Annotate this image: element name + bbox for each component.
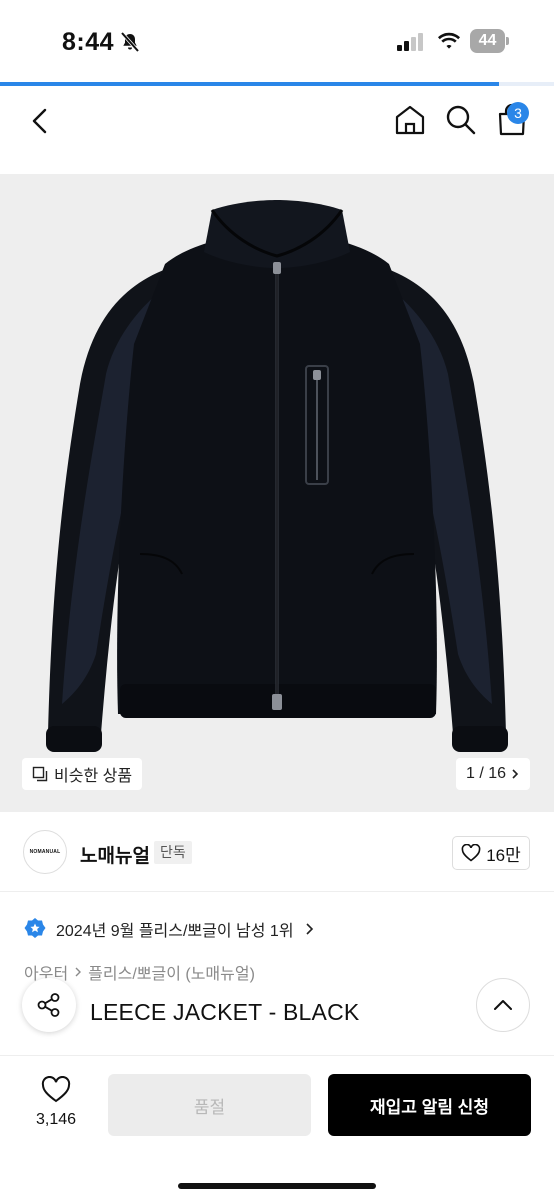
cellular-signal-icon [397,33,423,51]
chevron-right-icon [512,769,519,779]
chevron-up-icon [494,1000,512,1010]
cart-count-badge: 3 [507,102,529,124]
product-image-gallery[interactable]: 비슷한 상품 1 / 16 [0,174,554,812]
brand-row[interactable]: NOMANUAL 노매뉴얼 단독 16만 [0,812,554,892]
copy-icon [32,766,48,782]
wifi-icon [438,32,460,49]
share-icon [37,993,60,1017]
chevron-right-icon [75,967,82,977]
status-bar: 8:44 44 [0,0,554,82]
brand-like-count: 16만 [486,845,521,865]
soldout-button[interactable]: 품절 [108,1074,311,1136]
ranking-badge-icon [24,918,46,938]
similar-products-button[interactable]: 비슷한 상품 [22,758,143,790]
product-title: LEECE JACKET - BLACK [90,999,360,1025]
search-icon[interactable] [443,102,479,138]
home-icon[interactable] [392,102,428,138]
black-fleece-jacket-photo [46,200,508,752]
exclusive-badge: 단독 [154,841,192,864]
ranking-link[interactable]: 2024년 9월 플리스/뽀글이 남성 1위 [24,914,314,944]
bell-slash-icon [120,31,140,53]
home-indicator [178,1183,376,1189]
brand-like-button[interactable]: 16만 [452,836,530,870]
restock-alert-button[interactable]: 재입고 알림 신청 [328,1074,531,1136]
heart-icon [41,1075,71,1103]
share-button[interactable] [22,978,76,1032]
image-counter: 1 / 16 [465,765,507,782]
wishlist-button[interactable]: 3,146 [30,1075,82,1129]
wishlist-count: 3,146 [35,1111,77,1128]
status-time: 8:44 [62,28,115,56]
chevron-right-icon [305,923,313,935]
battery-icon: 44 [470,29,510,53]
brand-logo[interactable]: NOMANUAL [23,830,67,874]
brand-logo-text: NOMANUAL [29,849,61,855]
image-counter-button[interactable]: 1 / 16 [456,758,530,790]
heart-icon [461,844,481,862]
scroll-to-top-button[interactable] [476,978,530,1032]
brand-name[interactable]: 노매뉴얼 [80,841,150,868]
breadcrumb-subcategory[interactable]: 플리스/뽀글이 (노매뉴얼) [88,960,255,984]
bottom-action-bar: 3,146 품절 재입고 알림 신청 [0,1055,554,1200]
top-navigation [0,86,554,174]
similar-products-label: 비슷한 상품 [54,768,133,785]
ranking-text: 2024년 9월 플리스/뽀글이 남성 1위 [56,923,294,940]
battery-level: 44 [478,32,497,49]
back-chevron-icon[interactable] [24,104,58,138]
